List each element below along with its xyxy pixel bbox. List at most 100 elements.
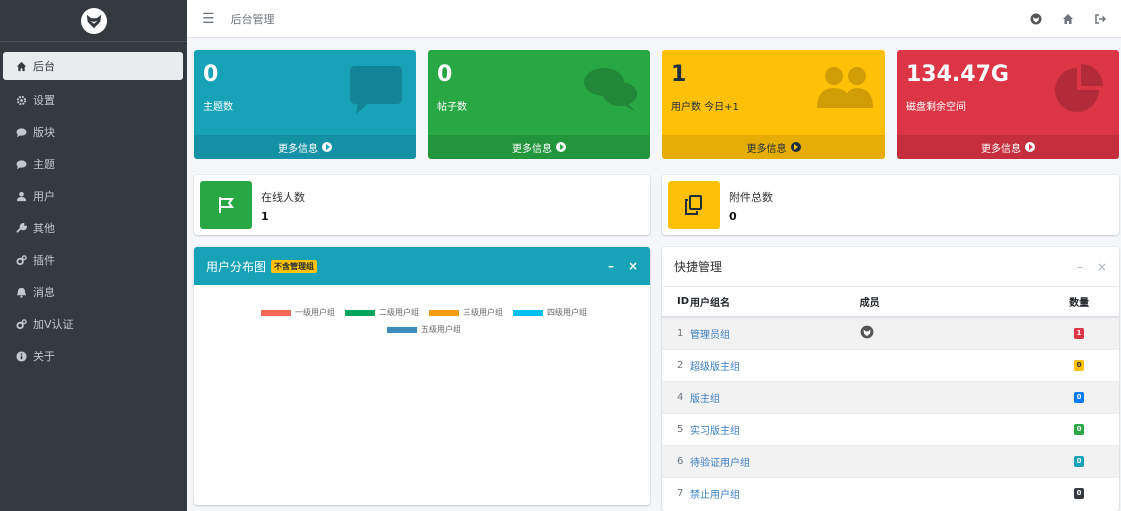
sidebar-item-plugins[interactable]: 插件 <box>3 244 183 276</box>
home-icon[interactable] <box>1062 13 1074 25</box>
card-title: 用户分布图 <box>206 259 267 274</box>
row-id: 1 <box>662 316 690 349</box>
quick-manage-card: 快捷管理 – × ID 用户组名 成员 数量 1 管理员组 1 2 超级版主组 <box>662 247 1119 511</box>
info-value: 1 <box>261 210 269 223</box>
info-box-online: 在线人数 1 <box>194 175 650 235</box>
stat-box-topics: 0 主题数 更多信息 <box>194 50 416 159</box>
more-info-label: 更多信息 <box>981 143 1021 155</box>
usergroup-link[interactable]: 实习版主组 <box>690 426 740 437</box>
more-info-label: 更多信息 <box>278 143 318 155</box>
sidebar-item-label: 其他 <box>33 222 55 235</box>
column-header-count: 数量 <box>1039 287 1119 318</box>
sidebar-item-settings[interactable]: 设置 <box>3 84 183 116</box>
table-row: 7 禁止用户组 0 <box>662 476 1119 509</box>
sidebar-item-topics[interactable]: 主题 <box>3 148 183 180</box>
comment-icon <box>15 158 27 170</box>
sidebar-item-label: 加V认证 <box>33 318 74 331</box>
top-navbar: ☰ 后台管理 <box>187 0 1121 38</box>
arrow-circle-right-icon <box>556 142 566 152</box>
info-title: 附件总数 <box>729 191 773 204</box>
users-icon <box>817 67 873 108</box>
usergroup-link[interactable]: 禁止用户组 <box>690 490 740 501</box>
column-header-members: 成员 <box>859 287 1040 318</box>
row-id: 4 <box>662 380 690 413</box>
legend-label: 四级用户组 <box>547 308 587 317</box>
arrow-circle-right-icon <box>322 142 332 152</box>
close-icon[interactable]: × <box>1097 260 1107 274</box>
menu-toggle-icon[interactable]: ☰ <box>202 11 215 27</box>
stat-value: 134.47G <box>906 62 1009 87</box>
arrow-circle-right-icon <box>790 142 801 152</box>
more-info-label: 更多信息 <box>746 143 787 155</box>
card-title: 快捷管理 <box>674 260 723 274</box>
header-actions <box>1030 13 1106 25</box>
exclude-admin-badge: 不含管理组 <box>271 259 318 273</box>
sidebar-item-about[interactable]: 关于 <box>3 340 183 372</box>
user-icon <box>15 190 27 202</box>
sidebar-item-verify[interactable]: 加V认证 <box>3 308 183 340</box>
legend-label: 二级用户组 <box>379 308 419 317</box>
more-info-link[interactable]: 更多信息 <box>897 135 1119 159</box>
more-info-link[interactable]: 更多信息 <box>428 135 650 159</box>
chart-legend: 一级用户组 二级用户组 三级用户组 四级用户组 五级用户组 <box>234 307 614 335</box>
legend-item[interactable]: 四级用户组 <box>513 307 587 318</box>
stat-value: 0 <box>203 62 219 87</box>
legend-item[interactable]: 二级用户组 <box>345 307 419 318</box>
table-row: 6 待验证用户组 0 <box>662 444 1119 477</box>
collapse-icon[interactable]: – <box>1077 260 1083 274</box>
legend-item[interactable]: 一级用户组 <box>261 307 335 318</box>
legend-label: 五级用户组 <box>421 325 461 334</box>
column-header-name: 用户组名 <box>689 287 860 318</box>
card-header: 快捷管理 – × <box>662 247 1119 287</box>
copy-icon <box>668 181 720 229</box>
info-title: 在线人数 <box>261 191 305 204</box>
member-avatar-icon[interactable] <box>860 325 874 342</box>
count-badge: 0 <box>1074 424 1085 435</box>
sidebar-item-label: 插件 <box>33 254 55 267</box>
sidebar-item-label: 后台 <box>33 60 55 73</box>
legend-item[interactable]: 五级用户组 <box>387 324 461 335</box>
stat-value: 1 <box>671 62 687 87</box>
usergroup-link[interactable]: 待验证用户组 <box>690 458 750 469</box>
sidebar-item-label: 用户 <box>33 190 55 203</box>
count-badge: 0 <box>1074 456 1085 467</box>
page-title: 后台管理 <box>230 12 275 26</box>
count-badge: 1 <box>1074 328 1085 340</box>
more-info-link[interactable]: 更多信息 <box>194 135 416 159</box>
user-distribution-card: 用户分布图 不含管理组 – × 一级用户组 二级用户组 三级用户组 四级用户组 … <box>194 247 650 505</box>
table-row: 4 版主组 0 <box>662 380 1119 413</box>
logo-icon[interactable] <box>80 7 107 34</box>
more-info-link[interactable]: 更多信息 <box>662 135 885 159</box>
more-info-label: 更多信息 <box>512 143 552 155</box>
home-icon <box>15 60 27 72</box>
usergroup-link[interactable]: 管理员组 <box>690 330 730 341</box>
sidebar-item-home[interactable]: 后台 <box>3 52 183 80</box>
sidebar-item-messages[interactable]: 消息 <box>3 276 183 308</box>
brand[interactable] <box>0 0 187 42</box>
count-badge: 0 <box>1074 360 1085 371</box>
usergroup-link[interactable]: 版主组 <box>690 394 720 405</box>
sidebar-item-other[interactable]: 其他 <box>3 212 183 244</box>
legend-swatch <box>261 309 291 316</box>
close-icon[interactable]: × <box>628 259 638 273</box>
legend-item[interactable]: 三级用户组 <box>429 307 503 318</box>
logo-icon[interactable] <box>1030 13 1042 25</box>
collapse-icon[interactable]: – <box>608 259 614 273</box>
stat-box-disk: 134.47G 磁盘剩余空间 更多信息 <box>897 50 1119 159</box>
sidebar-item-forums[interactable]: 版块 <box>3 116 183 148</box>
wrench-icon <box>15 222 27 234</box>
usergroup-link[interactable]: 超级版主组 <box>690 362 740 373</box>
sidebar-item-label: 主题 <box>33 158 55 171</box>
info-icon <box>15 350 27 362</box>
stat-box-users: 1 用户数 今日+1 更多信息 <box>662 50 885 159</box>
info-box-attachments: 附件总数 0 <box>662 175 1119 235</box>
arrow-circle-right-icon <box>1025 142 1035 152</box>
sidebar: 后台 设置 版块 主题 用户 其他 插件 消息 加V认证 关于 <box>0 0 187 511</box>
legend-swatch <box>513 309 543 316</box>
logout-icon[interactable] <box>1094 13 1106 25</box>
count-badge: 0 <box>1074 488 1085 500</box>
table-row: 2 超级版主组 0 <box>662 348 1119 381</box>
table-row: 5 实习版主组 0 <box>662 412 1119 445</box>
sidebar-item-users[interactable]: 用户 <box>3 180 183 212</box>
gear-icon <box>15 94 27 106</box>
